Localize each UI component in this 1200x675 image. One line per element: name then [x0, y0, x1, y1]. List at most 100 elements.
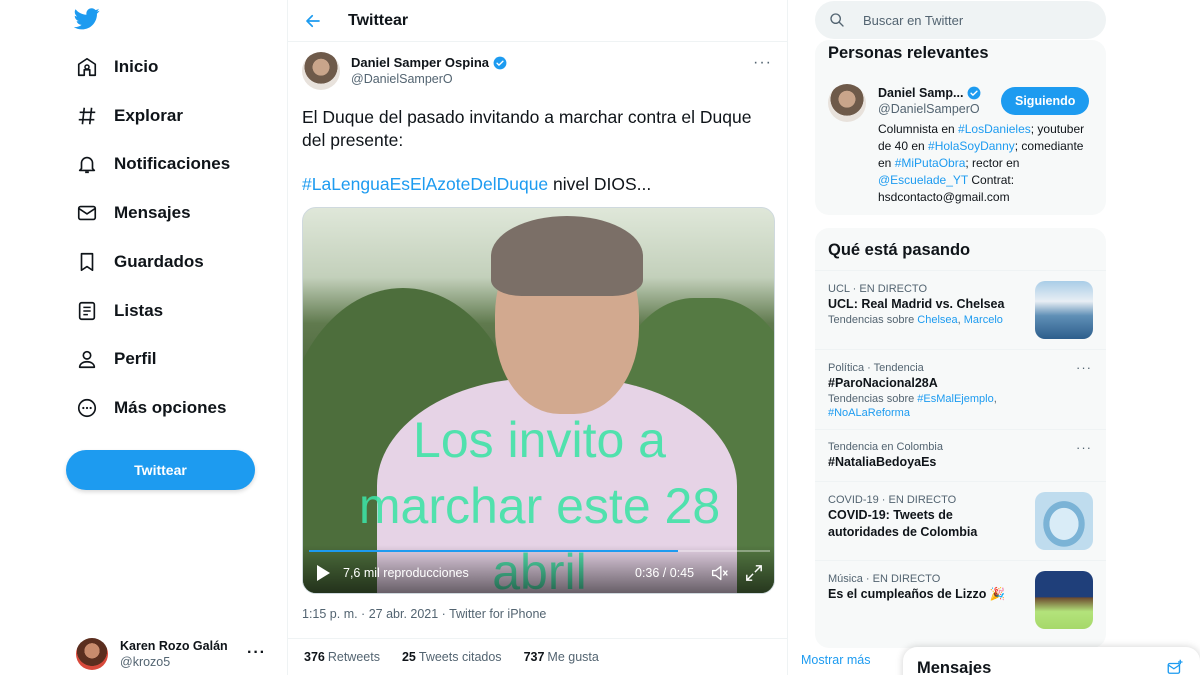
stat-count: 376: [304, 650, 325, 664]
trend-meta: Tendencia en Colombia: [828, 441, 943, 453]
tweet-text-tail: nivel DIOS...: [548, 174, 652, 194]
search-input[interactable]: [863, 12, 1083, 28]
video-player[interactable]: Los invito a marchar este 28 abril 7,6 m…: [302, 207, 775, 594]
trend-item[interactable]: UCL · EN DIRECTO UCL: Real Madrid vs. Ch…: [815, 270, 1106, 349]
quote-tweets-stat[interactable]: 25 Tweets citados: [402, 650, 502, 664]
stat-label: Retweets: [327, 650, 380, 664]
nav-item-mas-opciones[interactable]: Más opciones: [64, 387, 238, 429]
following-button[interactable]: Siguiendo: [1001, 87, 1090, 115]
main-column: Twittear Daniel Samper Ospina @DanielSam…: [287, 0, 788, 675]
nav-item-inicio[interactable]: Inicio: [64, 46, 170, 88]
nav-label-inicio: Inicio: [114, 57, 159, 76]
trend-link[interactable]: #NoALaReforma: [828, 407, 910, 419]
stat-count: 737: [523, 650, 545, 664]
author-name-text: Daniel Samper Ospina: [351, 55, 489, 70]
trend-title: #NataliaBedoyaEs: [828, 455, 937, 469]
account-switcher[interactable]: Karen Rozo Galán @krozo5 ···: [76, 636, 276, 672]
messages-drawer[interactable]: Mensajes: [903, 647, 1200, 675]
relevant-user-name[interactable]: Daniel Samp...: [878, 86, 981, 100]
trend-link[interactable]: Chelsea: [917, 314, 957, 326]
video-time: 0:36 / 0:45: [635, 566, 695, 580]
trend-item[interactable]: Tendencia en Colombia #NataliaBedoyaEs ·…: [815, 429, 1106, 481]
trend-item[interactable]: COVID-19 · EN DIRECTO COVID-19: Tweets d…: [815, 481, 1106, 560]
nav-label-mas-opciones: Más opciones: [114, 398, 227, 417]
trend-thumbnail: [1035, 281, 1093, 339]
nav-item-listas[interactable]: Listas: [64, 290, 175, 332]
nav-label-mensajes: Mensajes: [114, 203, 191, 222]
nav-item-explorar[interactable]: Explorar: [64, 95, 195, 137]
relevant-user-bio: Columnista en #LosDanieles; youtuber de …: [878, 121, 1100, 206]
play-icon[interactable]: [315, 564, 331, 582]
bookmark-icon: [80, 252, 94, 272]
video-progress-fill: [309, 550, 678, 552]
left-sidebar: Inicio Explorar Notificaciones Mensajes …: [0, 0, 287, 675]
trend-item[interactable]: Música · EN DIRECTO Es el cumpleaños de …: [815, 560, 1106, 640]
relevant-people-card: Personas relevantes Daniel Samp... @Dani…: [815, 40, 1106, 215]
relevant-people-title: Personas relevantes: [828, 44, 989, 62]
twitter-logo-icon[interactable]: [74, 8, 100, 30]
trend-link[interactable]: #EsMalEjemplo: [917, 393, 993, 405]
envelope-icon: [77, 205, 97, 221]
hashtag-link[interactable]: #LaLenguaEsElAzoteDelDuque: [302, 174, 548, 194]
tweet-button[interactable]: Twittear: [66, 450, 255, 490]
verified-badge-icon: [968, 86, 981, 100]
nav-item-guardados[interactable]: Guardados: [64, 241, 216, 283]
right-sidebar: Personas relevantes Daniel Samp... @Dani…: [788, 0, 1200, 675]
bio-link[interactable]: #MiPutaObra: [895, 156, 966, 170]
bell-icon: [78, 156, 96, 174]
nav-item-mensajes[interactable]: Mensajes: [64, 192, 203, 234]
nav-label-perfil: Perfil: [114, 349, 157, 368]
bio-link[interactable]: @Escuelade_YT: [878, 173, 968, 187]
nav-label-explorar: Explorar: [114, 106, 183, 125]
trend-meta: Política · Tendencia: [828, 362, 924, 374]
person-icon: [78, 350, 96, 369]
search-icon: [830, 13, 844, 27]
more-dots-icon[interactable]: ···: [1076, 360, 1092, 375]
show-more-link[interactable]: Mostrar más: [801, 653, 870, 667]
author-name[interactable]: Daniel Samper Ospina: [351, 54, 507, 71]
trends-title: Qué está pasando: [828, 241, 971, 259]
search-bar[interactable]: [815, 1, 1106, 39]
trend-sub-prefix: Tendencias sobre: [828, 314, 918, 326]
account-name: Karen Rozo Galán: [120, 639, 228, 653]
volume-mute-icon[interactable]: [710, 564, 730, 582]
nav-item-perfil[interactable]: Perfil: [64, 338, 169, 380]
messages-drawer-title: Mensajes: [917, 659, 992, 675]
home-icon: [77, 57, 97, 77]
tweet-timestamp[interactable]: 1:15 p. m. · 27 abr. 2021 · Twitter for …: [302, 607, 546, 621]
likes-stat[interactable]: 737 Me gusta: [524, 650, 599, 664]
bio-link[interactable]: #LosDanieles: [958, 122, 1031, 136]
tweet-author: Daniel Samper Ospina @DanielSamperO ···: [302, 52, 772, 90]
fullscreen-icon[interactable]: [745, 564, 763, 582]
more-dots-icon[interactable]: ···: [1076, 440, 1092, 455]
video-caption: Los invito a: [413, 412, 666, 468]
trends-card: Qué está pasando UCL · EN DIRECTO UCL: R…: [815, 228, 1106, 648]
page-title: Twittear: [348, 11, 409, 29]
trend-link[interactable]: Marcelo: [964, 314, 1003, 326]
more-dots-icon[interactable]: ···: [753, 54, 772, 72]
nav-item-notificaciones[interactable]: Notificaciones: [64, 143, 242, 185]
author-handle[interactable]: @DanielSamperO: [351, 71, 507, 88]
new-message-icon[interactable]: [1166, 659, 1184, 675]
retweets-stat[interactable]: 376 Retweets: [304, 650, 380, 664]
avatar[interactable]: [828, 84, 866, 122]
avatar[interactable]: [302, 52, 340, 90]
bio-text: ; rector en: [965, 156, 1020, 170]
verified-badge-icon: [493, 56, 507, 69]
bio-text: Columnista en: [878, 122, 959, 136]
trend-item[interactable]: Política · Tendencia #ParoNacional28A Te…: [815, 349, 1106, 429]
nav-label-guardados: Guardados: [114, 252, 204, 271]
more-dots-icon[interactable]: ···: [247, 644, 266, 662]
trend-title: #ParoNacional28A: [828, 376, 938, 390]
relevant-user-handle[interactable]: @DanielSamperO: [878, 102, 980, 116]
video-caption: marchar este 28: [358, 478, 721, 534]
stat-label: Me gusta: [547, 650, 599, 664]
video-progress-bar[interactable]: [309, 550, 770, 552]
bio-link[interactable]: #HolaSoyDanny: [928, 139, 1015, 153]
hashtag-icon: [78, 107, 96, 125]
back-arrow-icon[interactable]: [304, 12, 322, 30]
tweet-text: El Duque del pasado invitando a marchar …: [302, 106, 772, 217]
main-header: Twittear: [288, 0, 787, 42]
stat-label: Tweets citados: [418, 650, 502, 664]
relevant-user-name-text: Daniel Samp...: [878, 86, 964, 100]
